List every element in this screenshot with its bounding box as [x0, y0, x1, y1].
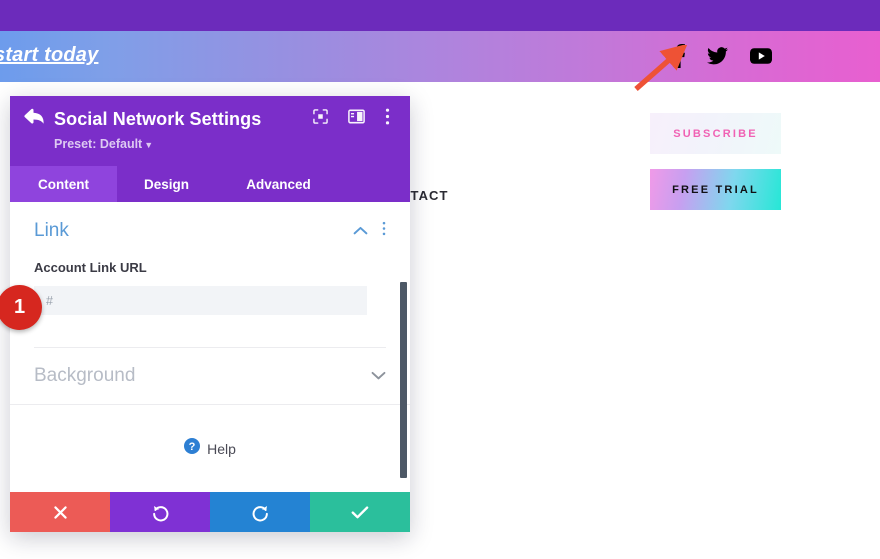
save-button[interactable] [310, 492, 410, 532]
undo-button[interactable] [110, 492, 210, 532]
redo-button[interactable] [210, 492, 310, 532]
section-divider-2 [10, 404, 410, 405]
modal-title: Social Network Settings [54, 108, 262, 129]
cancel-button[interactable] [10, 492, 110, 532]
link-section: Link Account Link URL # [10, 202, 410, 348]
social-network-settings-modal: Social Network Settings Preset: Default … [10, 96, 410, 532]
promo-start-today-link[interactable]: start today [0, 44, 98, 67]
split-view-icon[interactable] [348, 109, 365, 129]
modal-scrollbar[interactable] [400, 282, 407, 478]
link-section-controls [353, 221, 386, 241]
undo-icon [152, 505, 168, 521]
tab-advanced[interactable]: Advanced [216, 166, 341, 202]
modal-header: Social Network Settings Preset: Default … [10, 96, 410, 166]
social-icon-row [672, 44, 772, 73]
site-topbar [0, 0, 880, 31]
back-arrow-icon[interactable] [24, 108, 46, 130]
preset-label: Preset: Default [54, 137, 143, 151]
more-options-icon[interactable] [385, 108, 390, 130]
help-button[interactable]: ? Help [10, 438, 410, 459]
svg-text:?: ? [189, 441, 196, 453]
screen-root: start today NTACT SUBSCRIBE FREE TRIAL S… [0, 0, 880, 559]
link-section-title: Link [34, 220, 69, 241]
chevron-down-icon[interactable] [371, 367, 386, 385]
close-icon [53, 505, 67, 519]
twitter-icon[interactable] [707, 47, 728, 70]
check-icon [351, 505, 369, 518]
modal-header-icons [313, 108, 390, 130]
youtube-icon[interactable] [750, 48, 772, 69]
subscribe-button[interactable]: SUBSCRIBE [650, 113, 781, 154]
facebook-icon[interactable] [672, 44, 685, 73]
link-section-header: Link [34, 220, 386, 242]
free-trial-button[interactable]: FREE TRIAL [650, 169, 781, 210]
help-label: Help [207, 440, 236, 457]
link-section-more-icon[interactable] [382, 221, 386, 241]
modal-body: Link Account Link URL # Background ? Hel… [10, 202, 410, 492]
account-link-url-label: Account Link URL [34, 260, 147, 275]
account-link-url-input[interactable] [34, 286, 367, 315]
fullscreen-icon[interactable] [313, 109, 328, 129]
modal-footer [10, 492, 410, 532]
tab-content[interactable]: Content [10, 166, 117, 202]
modal-tabs: Content Design Advanced [10, 166, 410, 202]
background-section-title: Background [34, 365, 136, 386]
chevron-down-icon: ▼ [144, 140, 154, 150]
preset-selector[interactable]: Preset: Default ▼ [54, 137, 396, 151]
help-question-icon: ? [184, 438, 201, 459]
redo-icon [252, 505, 268, 521]
background-section-header[interactable]: Background [10, 348, 410, 404]
tab-design[interactable]: Design [117, 166, 216, 202]
chevron-up-icon[interactable] [353, 222, 368, 240]
